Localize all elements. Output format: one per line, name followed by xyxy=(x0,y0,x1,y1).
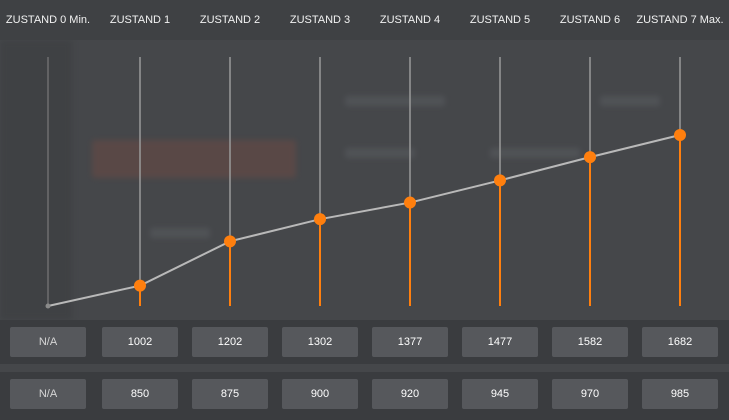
value-cell[interactable]: 1002 xyxy=(102,327,178,357)
value-row-2: N/A 850 875 900 920 945 970 985 xyxy=(0,372,729,420)
value-cell[interactable]: 970 xyxy=(552,379,628,409)
value-cell[interactable]: 1582 xyxy=(552,327,628,357)
value-cell[interactable]: 875 xyxy=(192,379,268,409)
value-cell[interactable]: N/A xyxy=(10,327,86,357)
value-marker xyxy=(584,151,596,164)
curve-start-point xyxy=(45,303,51,309)
value-marker xyxy=(674,129,686,142)
value-cell[interactable]: 850 xyxy=(102,379,178,409)
value-marker xyxy=(224,235,236,248)
value-marker xyxy=(314,213,326,226)
value-cell[interactable]: 1302 xyxy=(282,327,358,357)
value-cell[interactable]: 1377 xyxy=(372,327,448,357)
value-cell[interactable]: N/A xyxy=(10,379,86,409)
value-cell[interactable]: 920 xyxy=(372,379,448,409)
value-marker xyxy=(134,279,146,292)
value-marker xyxy=(404,196,416,209)
value-row-1: N/A 1002 1202 1302 1377 1477 1582 1682 xyxy=(0,320,729,364)
value-cell[interactable]: 1202 xyxy=(192,327,268,357)
value-cell[interactable]: 1682 xyxy=(642,327,718,357)
value-marker xyxy=(494,174,506,187)
value-cell[interactable]: 1477 xyxy=(462,327,538,357)
value-cell[interactable]: 985 xyxy=(642,379,718,409)
value-cell[interactable]: 900 xyxy=(282,379,358,409)
state-curve-chart xyxy=(45,57,686,309)
value-cell[interactable]: 945 xyxy=(462,379,538,409)
